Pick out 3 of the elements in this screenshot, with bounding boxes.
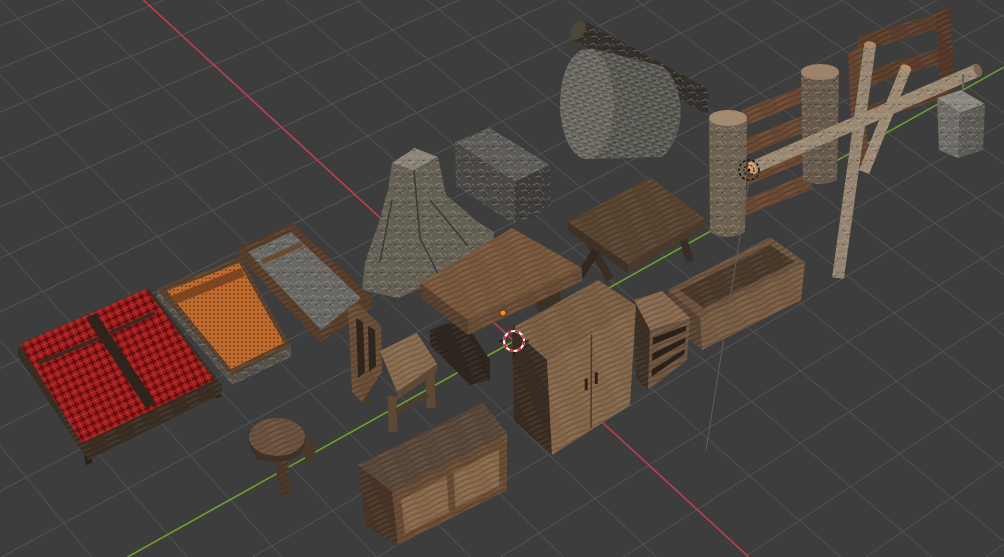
dashed-ring-icon bbox=[738, 159, 760, 181]
3d-cursor-icon bbox=[498, 325, 530, 357]
origin-dot-icon bbox=[499, 309, 507, 317]
